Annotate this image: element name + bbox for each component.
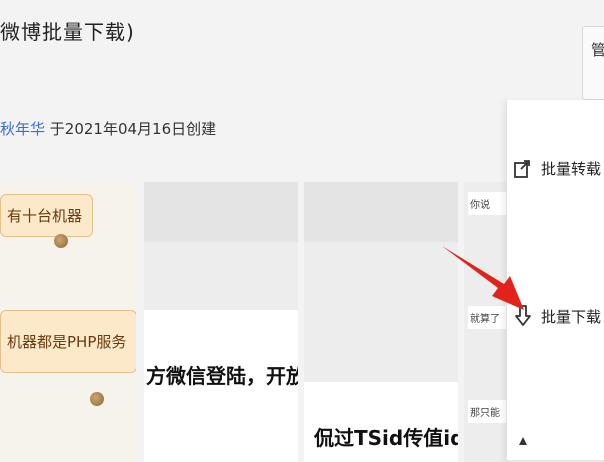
menu-item-label: 批量转载 xyxy=(541,159,602,178)
thumbnail-card-4[interactable]: 你说 就算了 那只能 xyxy=(464,182,508,462)
thumbnail-snippet: 你说 xyxy=(468,192,506,215)
annotation-arrow-icon xyxy=(442,246,524,310)
decor-icon xyxy=(90,392,104,406)
thumbnail-label-1: 有十台机器 xyxy=(0,194,94,237)
thumbnail-card-1[interactable]: 有十台机器 机器都是PHP服务 xyxy=(0,182,136,462)
menu-item-batch-repost[interactable]: 批量转载 xyxy=(513,148,604,188)
menu-item-more[interactable] xyxy=(513,422,604,462)
menu-item-label: 批量下载 xyxy=(541,307,602,326)
meta-line: 秋年华 于2021年04月16日创建 xyxy=(0,118,216,139)
manage-button-label: 管 xyxy=(591,41,604,59)
share-export-icon xyxy=(513,157,533,179)
decor-icon xyxy=(54,234,68,248)
thumbnail-header xyxy=(304,182,458,242)
manage-button[interactable]: 管 xyxy=(582,26,604,100)
more-icon xyxy=(513,431,533,453)
author-link[interactable]: 秋年华 xyxy=(0,120,45,138)
page-title: 微博批量下载) xyxy=(0,20,135,44)
thumbnail-text: 方微信登陆，开放平台 xyxy=(146,364,298,388)
thumbnail-text: 侃过TSid传值id－ xyxy=(314,426,458,450)
thumbnail-snippet: 那只能 xyxy=(468,400,506,423)
thumbnail-label-2: 机器都是PHP服务 xyxy=(0,310,136,373)
thumbnail-card-2[interactable]: 方微信登陆，开放平台 xyxy=(144,182,298,462)
thumbnail-header xyxy=(144,182,298,242)
thumbnail-card-3[interactable]: 侃过TSid传值id－ xyxy=(304,182,458,462)
created-text: 于2021年04月16日创建 xyxy=(49,120,217,138)
